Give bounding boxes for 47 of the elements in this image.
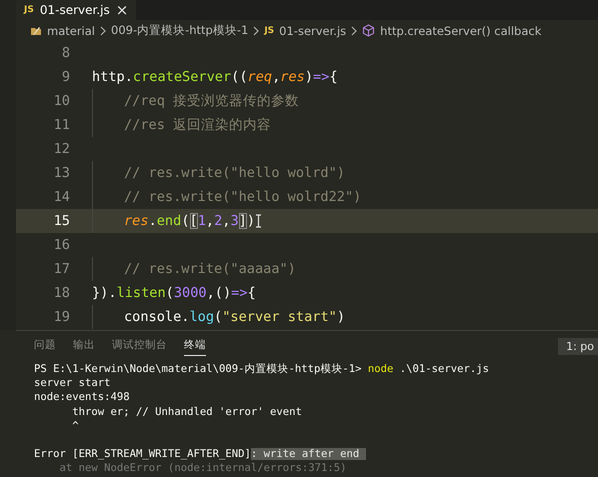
terminal-line: throw er; // Unhandled 'error' event xyxy=(71,406,302,418)
line-number: 8 xyxy=(60,45,70,61)
code-line: //res 返回渲染的内容 xyxy=(124,116,272,134)
line-number: 16 xyxy=(52,237,70,253)
terminal-line: Error [ERR_STREAM_WRITE_AFTER_END]: write after end xyxy=(34,448,366,460)
code-line: // res.write("aaaaa") xyxy=(124,261,296,277)
code-line: }).listen(3000,()=>{ xyxy=(92,285,256,301)
panel-tab[interactable]: 终端 xyxy=(184,338,206,356)
code-line: res.end([1,2,3]) xyxy=(124,213,255,229)
panel-tab[interactable]: 问题 xyxy=(34,338,56,355)
terminal-dropdown[interactable]: 1: po xyxy=(558,338,598,355)
js-file-icon: JS xyxy=(264,26,274,36)
breadcrumb-item[interactable]: http.createServer() callback xyxy=(380,24,542,38)
text-cursor-icon xyxy=(255,214,262,228)
panel-tab[interactable]: 调试控制台 xyxy=(112,338,167,355)
line-number: 13 xyxy=(52,165,70,181)
terminal-line: at new NodeError (node:internal/errors:371:5) xyxy=(58,462,347,474)
line-number: 9 xyxy=(60,69,70,85)
code-line: // res.write("hello wolrd") xyxy=(124,165,345,181)
line-number: 10 xyxy=(52,93,70,109)
editor-tab[interactable]: JS 01-server.js × xyxy=(16,0,136,20)
code-line: console.log("server start") xyxy=(124,309,345,325)
terminal-line: node:events:498 xyxy=(34,391,130,404)
code-line: // res.write("hello wolrd22") xyxy=(124,189,362,205)
line-number: 19 xyxy=(52,309,70,325)
terminal-line: ^ xyxy=(71,420,79,432)
code-line: http.createServer((req,res)=>{ xyxy=(92,69,338,85)
breadcrumb-item[interactable]: material xyxy=(47,24,95,38)
cube-icon xyxy=(362,24,376,37)
breadcrumb-item[interactable]: 009-内置模块-http模块-1 xyxy=(111,23,248,38)
line-number: 17 xyxy=(52,261,70,277)
line-number: 11 xyxy=(52,117,70,133)
line-number: 12 xyxy=(52,141,70,157)
js-file-icon: JS xyxy=(24,5,34,15)
line-number: 14 xyxy=(52,189,70,205)
breadcrumb-item[interactable]: 01-server.js xyxy=(279,24,346,38)
code-line: //req 接受浏览器传的参数 xyxy=(124,92,300,110)
chevron-right-icon xyxy=(253,26,260,36)
terminal-line: server start xyxy=(34,377,111,390)
close-icon[interactable]: × xyxy=(116,1,128,19)
chevron-right-icon xyxy=(351,26,358,36)
panel-tab[interactable]: 输出 xyxy=(73,338,95,355)
line-number: 15 xyxy=(52,213,70,229)
terminal-line: PS E:\1-Kerwin\Node\material\009-内置模块-http模块-1> node .\01-server.js xyxy=(34,363,490,375)
folder-icon xyxy=(30,24,42,36)
chevron-right-icon xyxy=(100,26,106,36)
line-number: 18 xyxy=(52,285,70,301)
